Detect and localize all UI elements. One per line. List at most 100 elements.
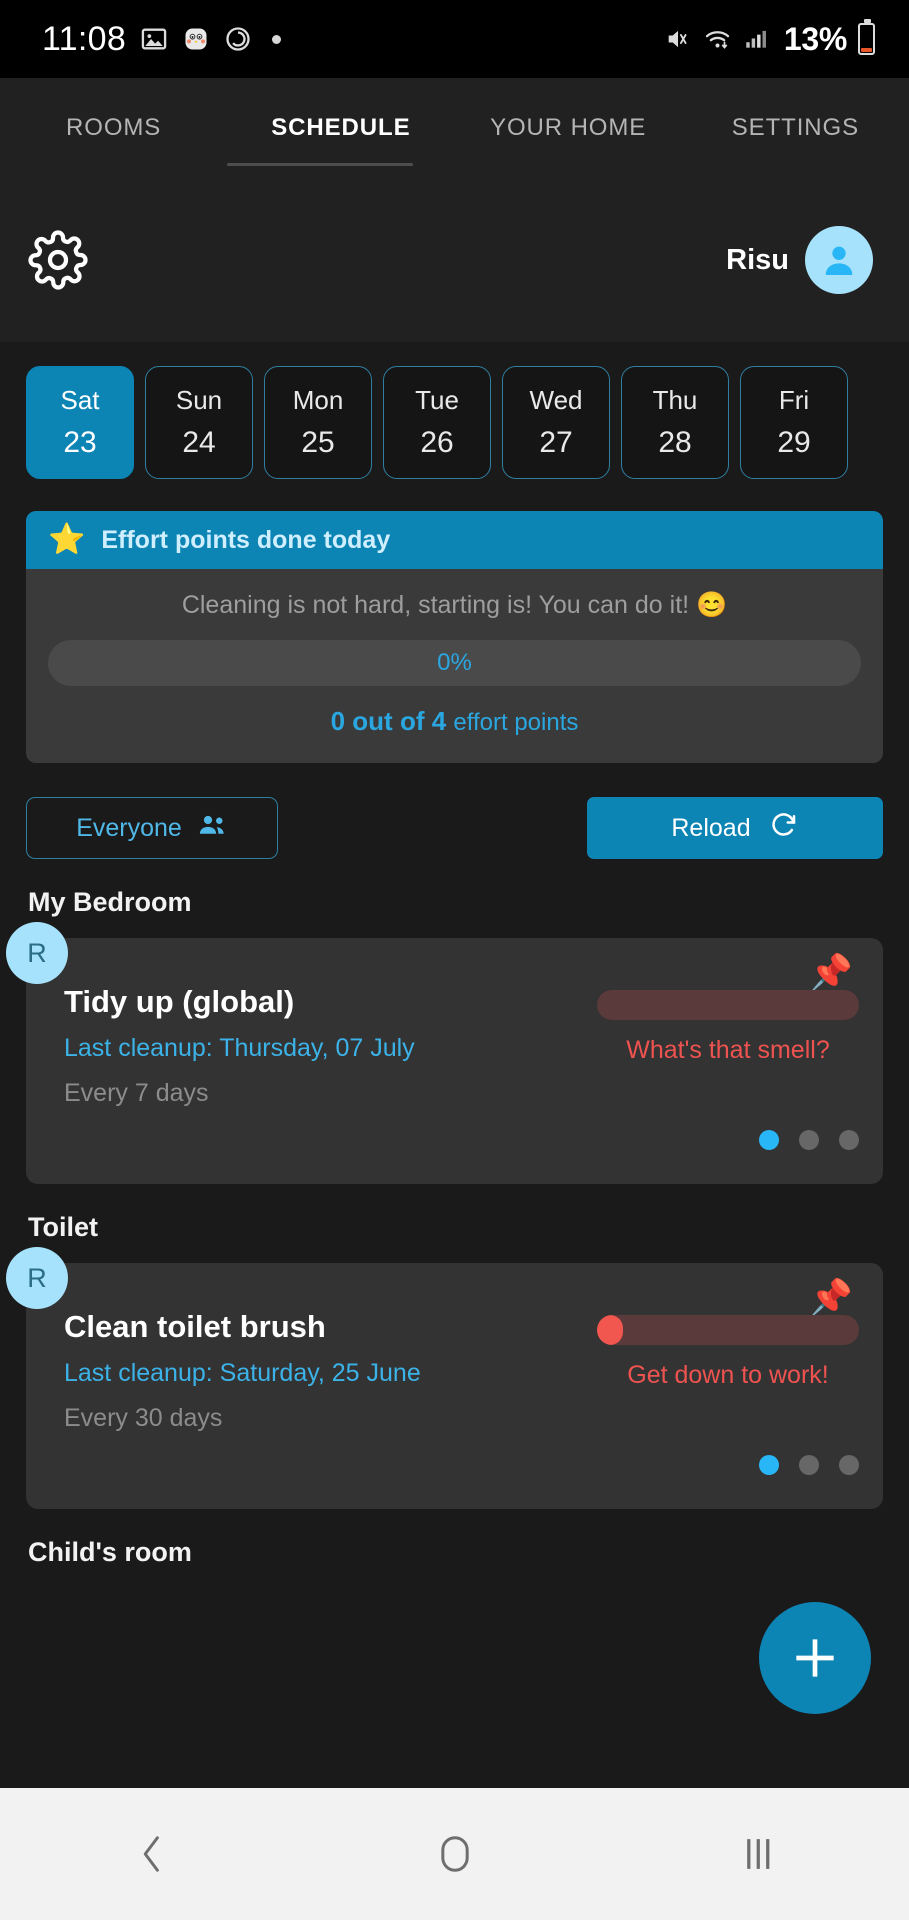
gear-icon[interactable] <box>28 230 88 290</box>
day-chip-tue[interactable]: Tue 26 <box>383 366 491 479</box>
reload-button[interactable]: Reload <box>587 797 883 859</box>
task-page-dots[interactable] <box>64 1130 859 1150</box>
task-assignee-badge: R <box>6 1247 68 1309</box>
task-last-cleanup: Last cleanup: Saturday, 25 June <box>64 1359 421 1387</box>
battery-percent: 13% <box>783 20 847 57</box>
status-bar: 11:08 13% <box>0 0 909 78</box>
status-bar-left: 11:08 <box>42 19 282 59</box>
day-name: Fri <box>778 385 810 415</box>
day-chip-sun[interactable]: Sun 24 <box>145 366 253 479</box>
everyone-filter-label: Everyone <box>76 813 182 842</box>
recents-icon[interactable] <box>606 1831 909 1877</box>
room-title-toilet: Toilet <box>28 1212 98 1242</box>
day-name: Wed <box>529 385 583 415</box>
day-chip-sat[interactable]: Sat 23 <box>26 366 134 479</box>
room-title-my-bedroom: My Bedroom <box>28 887 192 917</box>
task-frequency: Every 30 days <box>64 1404 223 1432</box>
day-name: Sun <box>175 385 223 415</box>
page-dot-active[interactable] <box>759 1455 779 1475</box>
task-content: Clean toilet brush Last cleanup: Saturda… <box>64 1309 859 1433</box>
signal-icon <box>743 25 769 53</box>
wifi-icon <box>703 25 732 53</box>
task-title: Clean toilet brush <box>64 1309 326 1344</box>
day-number: 29 <box>777 426 811 459</box>
day-chip-mon[interactable]: Mon 25 <box>264 366 372 479</box>
task-details: Tidy up (global) Last cleanup: Thursday,… <box>64 984 415 1108</box>
task-item[interactable]: R 📌 Clean toilet brush Last cleanup: Sat… <box>6 1247 883 1509</box>
alarm-icon <box>224 25 252 53</box>
pin-icon[interactable]: 📌 <box>808 952 853 994</box>
page-dot[interactable] <box>839 1455 859 1475</box>
day-chip-fri[interactable]: Fri 29 <box>740 366 848 479</box>
tab-settings[interactable]: SETTINGS <box>682 78 909 178</box>
task-page-dots[interactable] <box>64 1455 859 1475</box>
task-status-message: Get down to work! <box>627 1361 829 1389</box>
schedule-content: Sat 23 Sun 24 Mon 25 Tue 26 Wed 27 Thu 2… <box>0 342 909 1788</box>
day-name: Sat <box>60 385 100 415</box>
app-header: Risu <box>0 178 909 342</box>
effort-progress-label: 0% <box>437 649 472 676</box>
effort-points-header: ⭐ Effort points done today <box>26 511 883 569</box>
day-number: 24 <box>182 426 216 459</box>
day-name: Thu <box>652 385 698 415</box>
effort-points-card: ⭐ Effort points done today Cleaning is n… <box>26 511 883 763</box>
task-status: Get down to work! <box>597 1309 859 1433</box>
task-progress-bar <box>597 990 859 1020</box>
effort-points-body: Cleaning is not hard, starting is! You c… <box>26 569 883 763</box>
page-dot[interactable] <box>799 1130 819 1150</box>
page-dot-active[interactable] <box>759 1130 779 1150</box>
status-bar-right: 13% <box>664 19 875 58</box>
people-icon <box>198 812 228 845</box>
penguin-emoji-icon <box>182 25 210 53</box>
plus-icon <box>787 1630 843 1686</box>
day-number: 28 <box>658 426 692 459</box>
tab-rooms[interactable]: ROOMS <box>0 78 227 178</box>
star-icon: ⭐ <box>48 523 86 556</box>
task-content: Tidy up (global) Last cleanup: Thursday,… <box>64 984 859 1108</box>
tab-your-home[interactable]: YOUR HOME <box>455 78 682 178</box>
effort-points-count-value: 0 out of 4 <box>330 706 447 736</box>
task-last-cleanup: Last cleanup: Thursday, 07 July <box>64 1034 415 1062</box>
task-status: What's that smell? <box>597 984 859 1108</box>
day-chip-thu[interactable]: Thu 28 <box>621 366 729 479</box>
effort-points-title: Effort points done today <box>101 525 391 554</box>
task-card[interactable]: 📌 Clean toilet brush Last cleanup: Satur… <box>26 1263 883 1509</box>
day-number: 25 <box>301 426 335 459</box>
day-chip-wed[interactable]: Wed 27 <box>502 366 610 479</box>
back-icon[interactable] <box>0 1831 303 1877</box>
page-dot[interactable] <box>839 1130 859 1150</box>
effort-points-count: 0 out of 4 effort points <box>26 706 883 737</box>
battery-icon <box>858 19 875 55</box>
task-progress-bar <box>597 1315 859 1345</box>
task-details: Clean toilet brush Last cleanup: Saturda… <box>64 1309 421 1433</box>
home-icon[interactable] <box>303 1831 606 1877</box>
effort-points-count-unit: effort points <box>453 709 579 736</box>
day-strip: Sat 23 Sun 24 Mon 25 Tue 26 Wed 27 Thu 2… <box>0 342 909 479</box>
status-time: 11:08 <box>42 19 127 58</box>
image-icon <box>140 25 168 53</box>
task-card[interactable]: 📌 Tidy up (global) Last cleanup: Thursda… <box>26 938 883 1184</box>
dot-icon <box>272 34 282 44</box>
day-number: 26 <box>420 426 454 459</box>
add-task-fab[interactable] <box>759 1602 871 1714</box>
android-nav-bar <box>0 1788 909 1920</box>
refresh-icon <box>769 810 799 847</box>
task-title: Tidy up (global) <box>64 984 295 1019</box>
user-name: Risu <box>726 243 789 276</box>
page-dot[interactable] <box>799 1455 819 1475</box>
everyone-filter-button[interactable]: Everyone <box>26 797 278 859</box>
room-title-childs-room: Child's room <box>28 1537 192 1567</box>
day-name: Mon <box>292 385 344 415</box>
task-assignee-badge: R <box>6 922 68 984</box>
top-tab-bar: ROOMS SCHEDULE YOUR HOME SETTINGS <box>0 78 909 178</box>
active-tab-indicator <box>227 163 413 166</box>
day-number: 23 <box>63 426 97 459</box>
effort-motivation-message: Cleaning is not hard, starting is! You c… <box>181 591 728 619</box>
task-status-message: What's that smell? <box>626 1036 830 1064</box>
filter-bar: Everyone Reload <box>0 763 909 859</box>
pin-icon[interactable]: 📌 <box>808 1277 853 1319</box>
day-name: Tue <box>415 385 459 415</box>
avatar[interactable] <box>805 226 873 294</box>
task-item[interactable]: R 📌 Tidy up (global) Last cleanup: Thurs… <box>6 922 883 1184</box>
user-profile[interactable]: Risu <box>726 226 873 294</box>
